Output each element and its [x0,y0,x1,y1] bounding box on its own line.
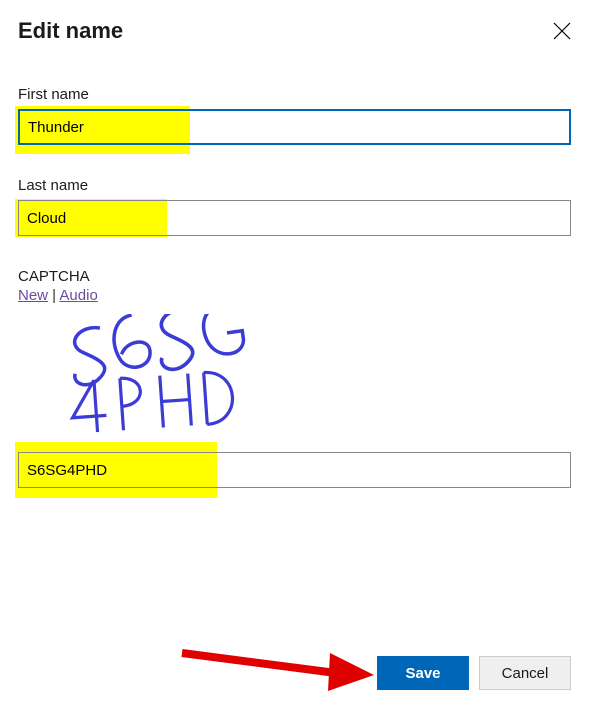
last-name-input[interactable] [18,200,571,236]
cancel-button[interactable]: Cancel [479,656,571,690]
captcha-label: CAPTCHA [18,268,571,285]
captcha-input[interactable] [18,452,571,488]
save-button[interactable]: Save [377,656,469,690]
separator: | [48,287,59,304]
last-name-label: Last name [18,177,571,194]
captcha-audio-link[interactable]: Audio [59,287,97,304]
arrow-annotation [178,641,378,696]
first-name-input[interactable] [18,109,571,145]
captcha-image [38,314,571,444]
captcha-new-link[interactable]: New [18,287,48,304]
first-name-label: First name [18,86,571,103]
close-icon[interactable] [553,22,571,40]
dialog-title: Edit name [18,18,123,44]
